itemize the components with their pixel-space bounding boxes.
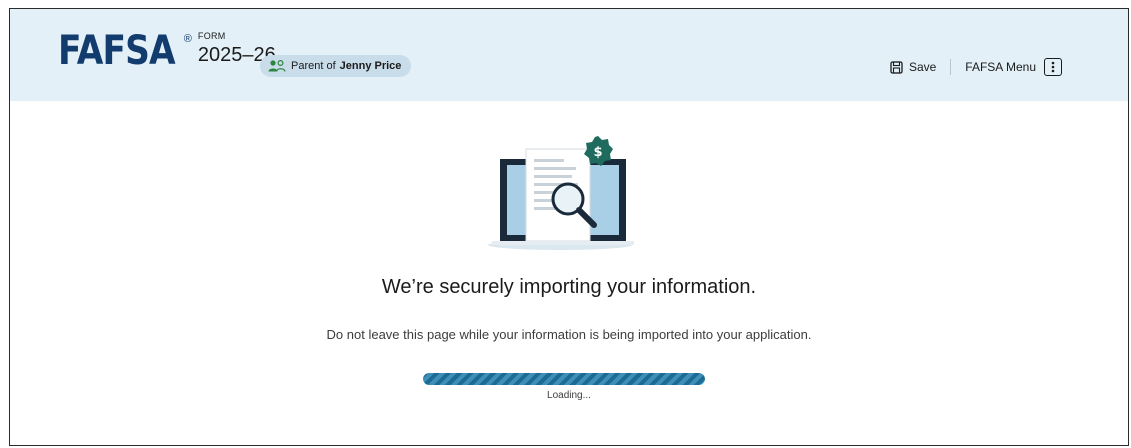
fafsa-brand: FAFSA ® FORM 2025–26 bbox=[58, 31, 276, 71]
laptop-search-dollar-icon: $ bbox=[488, 136, 634, 250]
registered-mark: ® bbox=[183, 33, 192, 45]
progress-fill bbox=[423, 373, 705, 385]
fafsa-menu-label: FAFSA Menu bbox=[965, 60, 1036, 74]
header-actions: Save FAFSA Menu bbox=[890, 58, 1062, 76]
kebab-menu-icon bbox=[1044, 58, 1062, 76]
page-heading: We’re securely importing your informatio… bbox=[381, 276, 757, 298]
form-label: FORM bbox=[197, 31, 226, 41]
page-frame: FAFSA ® FORM 2025–26 Parent of Jenny Pri… bbox=[9, 8, 1129, 446]
progress-bar bbox=[423, 373, 705, 385]
fafsa-logo: FAFSA bbox=[58, 28, 176, 74]
loading-label: Loading... bbox=[547, 390, 591, 401]
role-prefix: Parent of bbox=[291, 60, 336, 72]
people-icon bbox=[268, 60, 286, 72]
svg-text:$: $ bbox=[593, 145, 602, 160]
import-warning-text: Do not leave this page while your inform… bbox=[326, 327, 812, 342]
role-student-name: Jenny Price bbox=[339, 60, 402, 72]
fafsa-menu-button[interactable]: FAFSA Menu bbox=[965, 58, 1062, 76]
role-badge: Parent of Jenny Price bbox=[260, 55, 412, 77]
site-header: FAFSA ® FORM 2025–26 Parent of Jenny Pri… bbox=[10, 9, 1128, 101]
save-button[interactable]: Save bbox=[890, 60, 936, 74]
save-label: Save bbox=[908, 60, 937, 74]
save-icon bbox=[890, 60, 903, 74]
header-divider bbox=[950, 59, 952, 75]
